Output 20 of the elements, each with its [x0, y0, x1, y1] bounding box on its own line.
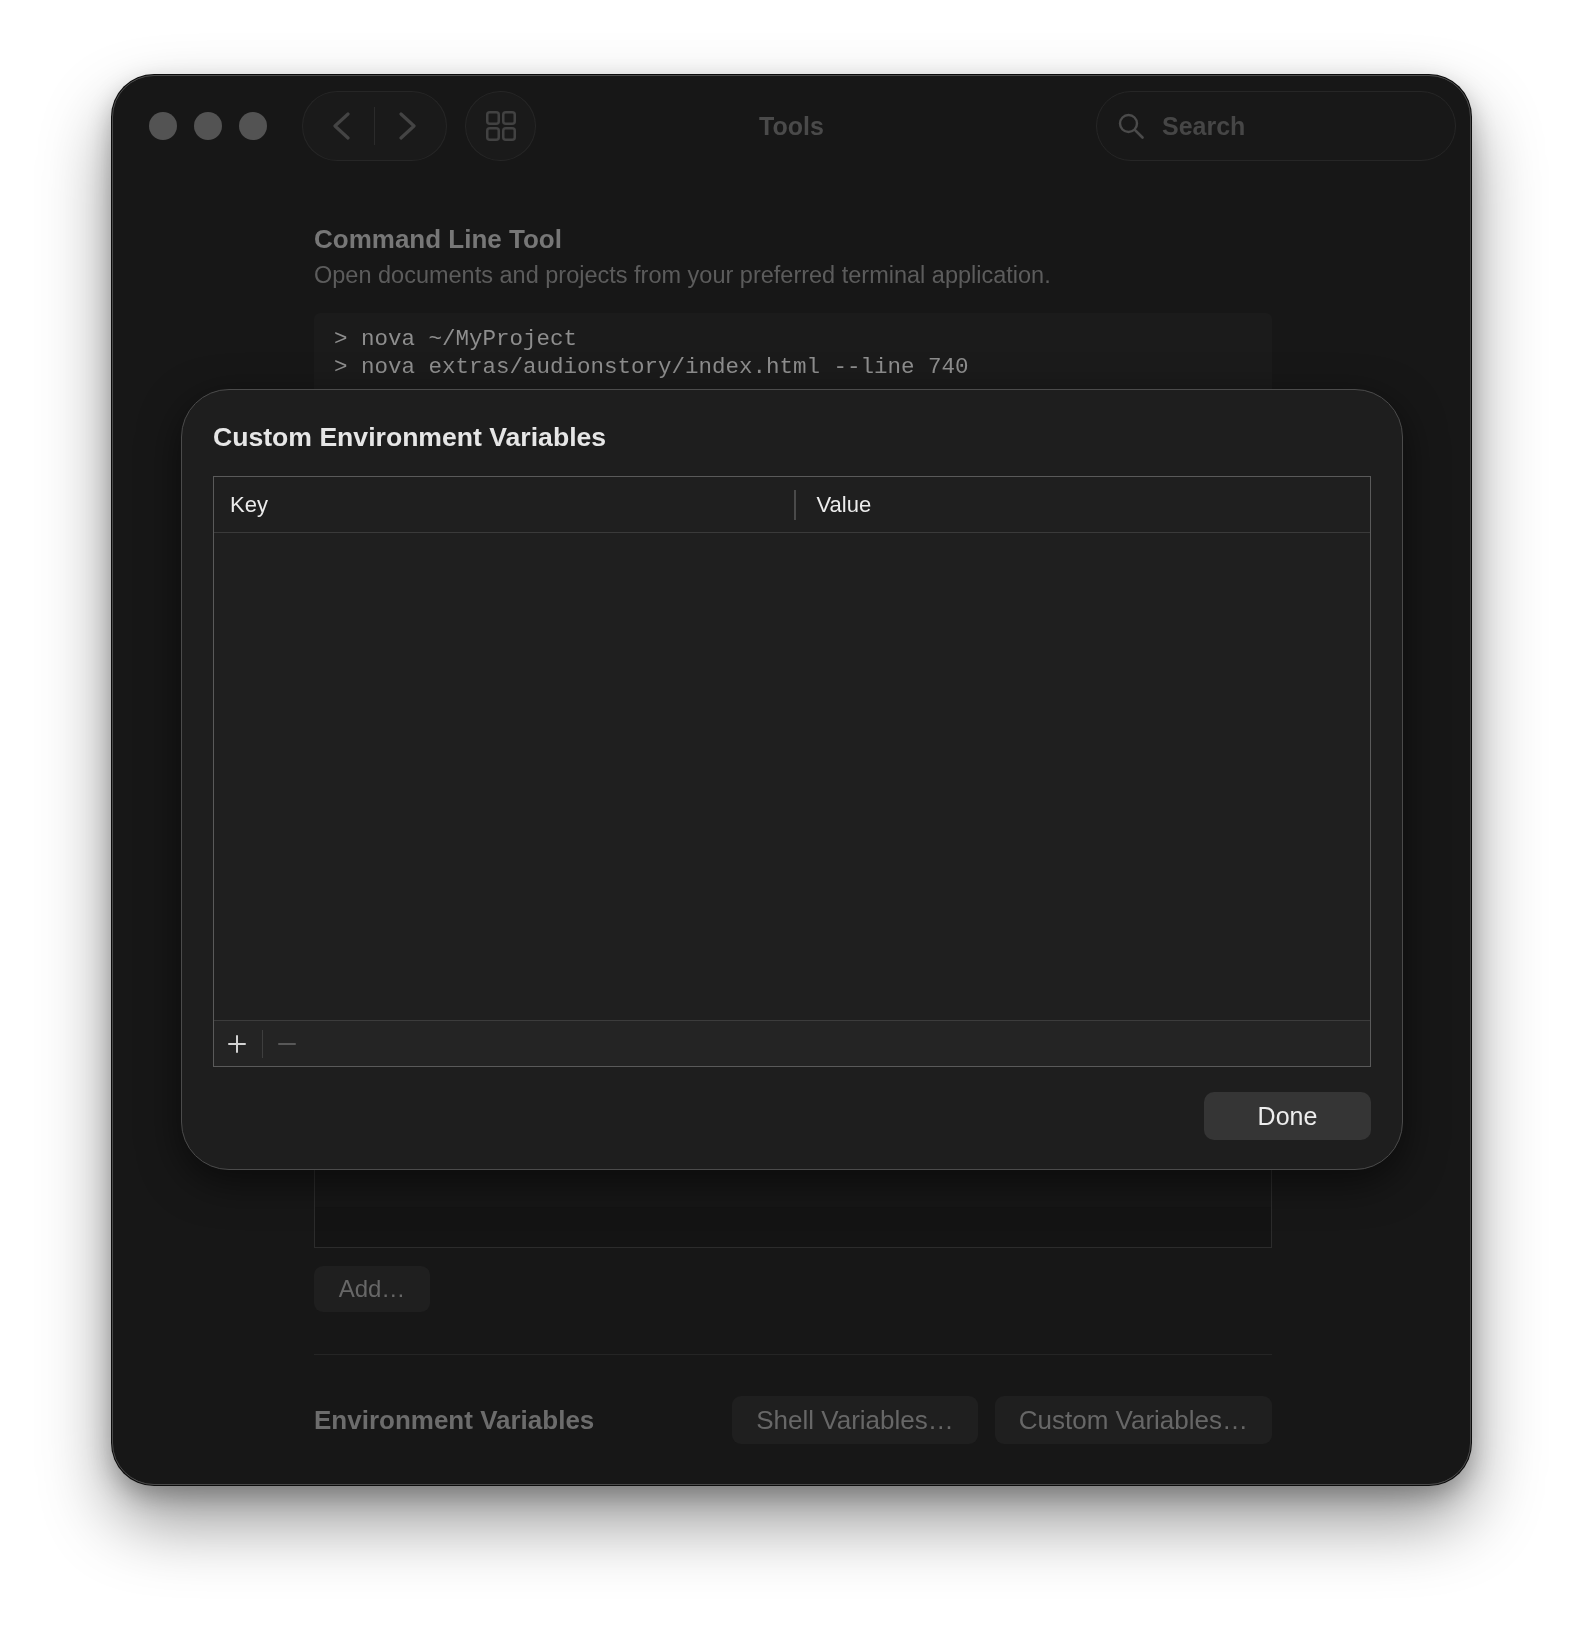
- section-title: Environment Variables: [314, 1404, 595, 1436]
- section-description: Open documents and projects from your preferred terminal application.: [314, 261, 1052, 289]
- back-button[interactable]: [302, 91, 374, 161]
- forward-button[interactable]: [375, 91, 447, 161]
- minimize-button[interactable]: [194, 112, 222, 140]
- minus-icon: [278, 1042, 296, 1045]
- dialog-title: Custom Environment Variables: [213, 421, 608, 453]
- column-header[interactable]: Key: [214, 477, 794, 532]
- grid-icon: [485, 111, 516, 141]
- close-button[interactable]: [149, 112, 177, 140]
- chevron-left-icon: [333, 112, 350, 140]
- code-line: > nova extras/audionstory/index.html --line 740: [334, 353, 970, 381]
- column-header[interactable]: Value: [795, 477, 1370, 532]
- plus-icon: [228, 1034, 246, 1053]
- done-button[interactable]: Done: [1204, 1092, 1371, 1140]
- zoom-button[interactable]: [239, 112, 267, 140]
- code-line: > nova ~/MyProject: [334, 325, 579, 353]
- search-icon: [1118, 113, 1144, 139]
- section-title: Command Line Tool: [314, 224, 563, 254]
- chevron-right-icon: [399, 112, 416, 140]
